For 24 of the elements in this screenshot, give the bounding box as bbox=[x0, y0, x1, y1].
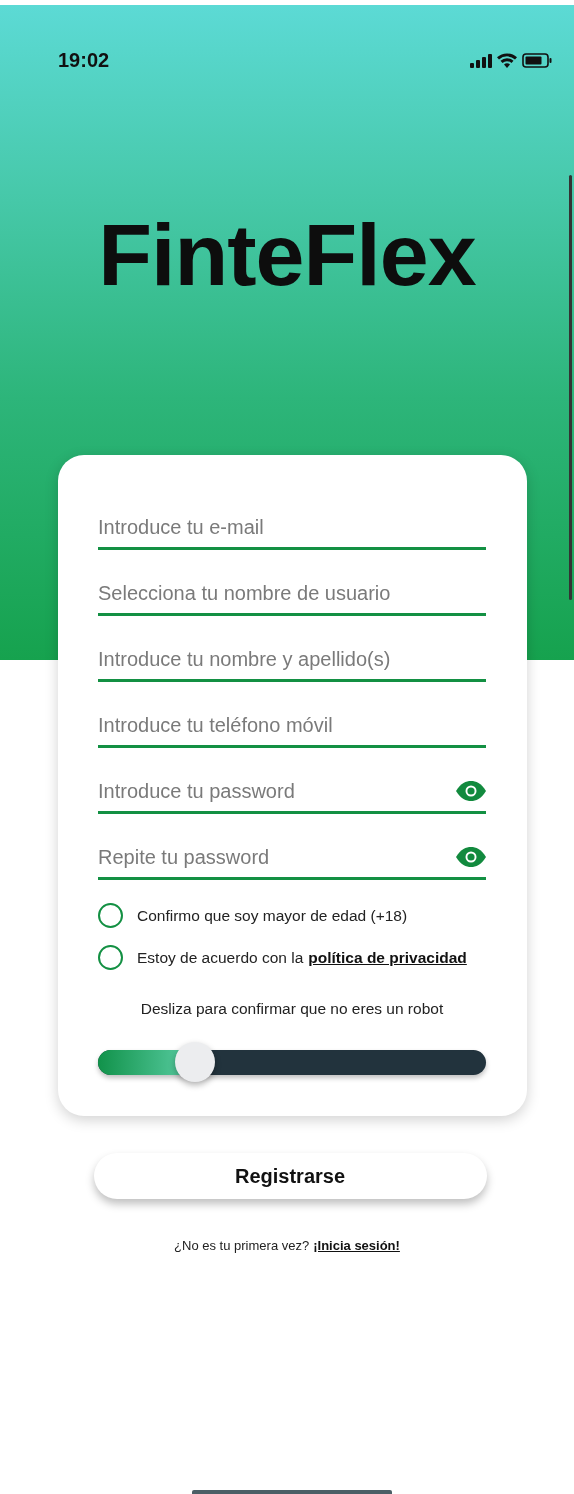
app-logo: FinteFlex bbox=[98, 204, 476, 306]
checkbox[interactable] bbox=[98, 945, 123, 970]
signal-icon bbox=[470, 53, 492, 68]
input-field[interactable]: Introduce tu nombre y apellido(s) bbox=[98, 647, 486, 671]
slider-thumb[interactable] bbox=[175, 1042, 215, 1082]
checkbox-label: Estoy de acuerdo con la bbox=[137, 948, 304, 967]
register-button[interactable]: Registrarse bbox=[93, 1153, 487, 1199]
login-link[interactable]: ¡Inicia sesión! bbox=[313, 1238, 400, 1253]
battery-icon bbox=[522, 53, 552, 68]
wifi-icon bbox=[497, 53, 517, 68]
eye-icon[interactable] bbox=[456, 781, 486, 801]
status-time: 19:02 bbox=[58, 49, 110, 72]
slider-track[interactable] bbox=[98, 1049, 486, 1075]
privacy-link[interactable]: política de privacidad bbox=[308, 948, 467, 967]
input-field[interactable]: Selecciona tu nombre de usuario bbox=[98, 581, 486, 605]
eye-icon[interactable] bbox=[456, 847, 486, 867]
checkbox-label: Confirmo que soy mayor de edad (+18) bbox=[137, 906, 408, 925]
login-prompt: ¿No es tu primera vez? bbox=[174, 1238, 310, 1253]
input-field[interactable]: Introduce tu password bbox=[98, 779, 456, 803]
input-field[interactable]: Introduce tu teléfono móvil bbox=[98, 713, 486, 737]
checkbox[interactable] bbox=[98, 903, 123, 928]
slider-caption: Desliza para confirmar que no eres un robot bbox=[139, 1000, 445, 1018]
input-field[interactable]: Introduce tu e-mail bbox=[98, 515, 486, 539]
input-field[interactable]: Repite tu password bbox=[98, 845, 456, 869]
